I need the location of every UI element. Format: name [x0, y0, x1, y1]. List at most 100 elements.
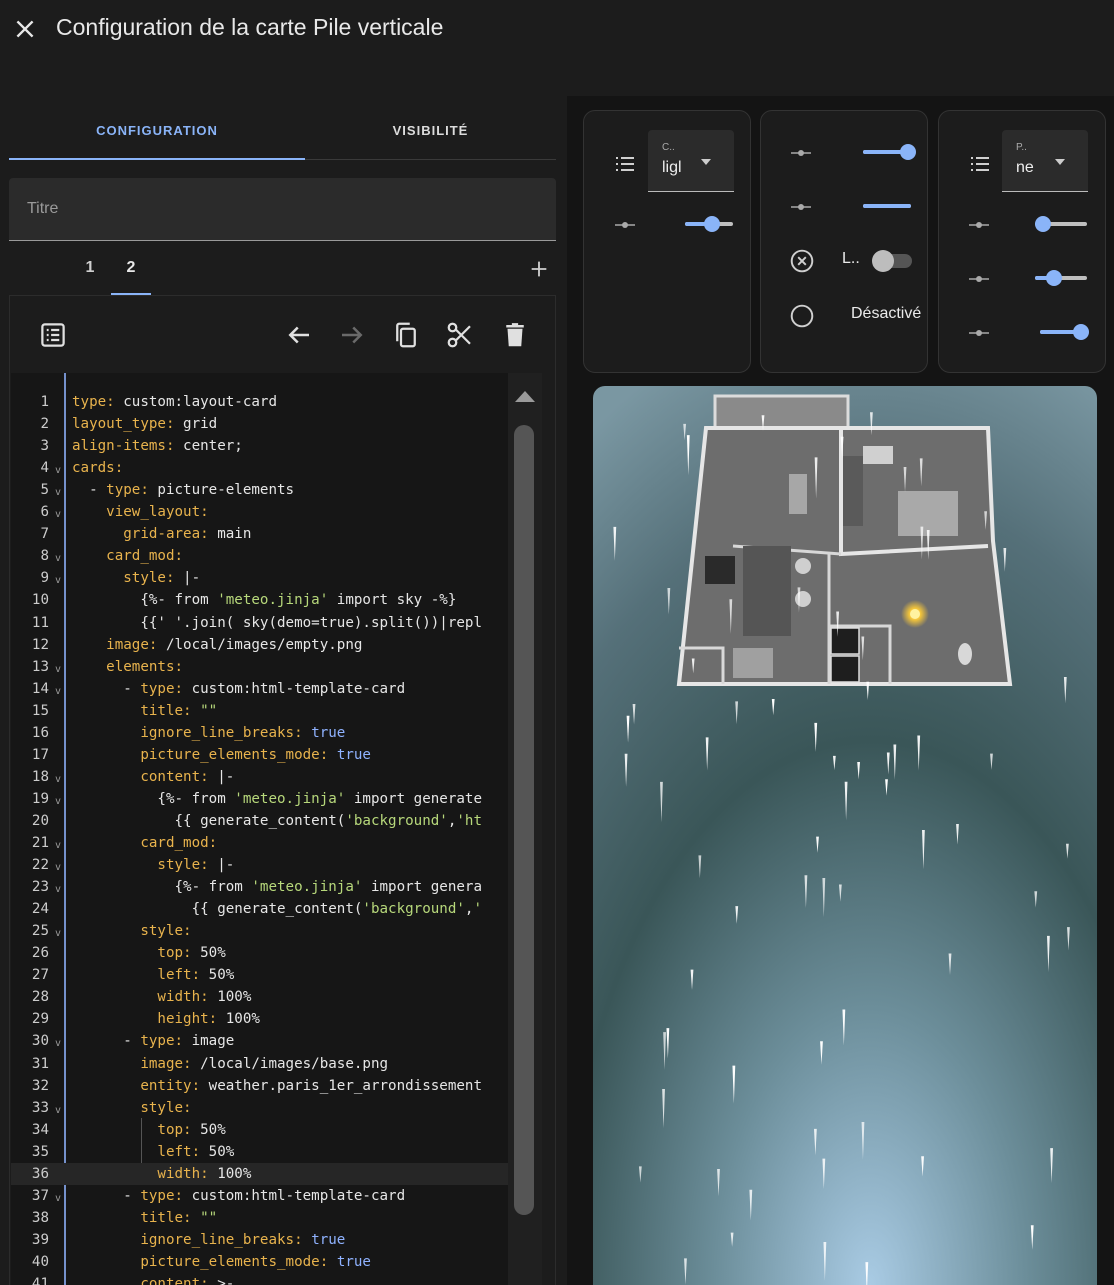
cut-icon[interactable]	[445, 320, 475, 350]
code-line[interactable]: 33 v style:	[11, 1097, 542, 1119]
line-number: 10	[31, 592, 49, 609]
list-icon	[616, 157, 634, 171]
line-number: 15	[31, 702, 49, 719]
toggle-label: L..	[842, 250, 860, 267]
card2-slider-2[interactable]	[863, 196, 911, 216]
code-line[interactable]: 2 layout_type: grid	[11, 413, 542, 435]
title-field	[9, 178, 556, 241]
line-number: 4	[40, 460, 49, 477]
code-line[interactable]: 24 {{ generate_content('background','	[11, 898, 542, 920]
code-text: {%- from 'meteo.jinja' import generate	[72, 790, 483, 807]
code-line[interactable]: 26 top: 50%	[11, 942, 542, 964]
line-number: 12	[31, 636, 49, 653]
code-line[interactable]: 20 {{ generate_content('background','ht	[11, 810, 542, 832]
line-number: 38	[31, 1209, 49, 1226]
line-number: 8	[40, 548, 49, 565]
subtab-card-2[interactable]: 2	[111, 248, 151, 295]
title-input[interactable]	[9, 178, 556, 240]
code-line[interactable]: 19 v {%- from 'meteo.jinja' import genera…	[11, 788, 542, 810]
code-line[interactable]: 1 type: custom:layout-card	[11, 391, 542, 413]
code-line[interactable]: 39 ignore_line_breaks: true	[11, 1229, 542, 1251]
scroll-up-icon[interactable]	[514, 389, 536, 403]
tab-visibility[interactable]: VISIBILITÉ	[305, 108, 556, 160]
code-line[interactable]: 28 width: 100%	[11, 986, 542, 1008]
code-line[interactable]: 29 height: 100%	[11, 1008, 542, 1030]
code-line[interactable]: 18 v content: |-	[11, 766, 542, 788]
preview-card-1: C.. ligl	[583, 110, 751, 373]
line-number: 40	[31, 1253, 49, 1270]
line-number: 9	[40, 570, 49, 587]
code-line[interactable]: 31 image: /local/images/base.png	[11, 1053, 542, 1075]
code-line[interactable]: 5v - type: picture-elements	[11, 479, 542, 501]
code-text: {{' '.join( sky(demo=true).split())|repl	[72, 614, 482, 631]
visual-editor-icon[interactable]	[38, 320, 68, 350]
code-text: view_layout:	[106, 504, 209, 521]
code-line[interactable]: 38 title: ""	[11, 1207, 542, 1229]
add-card-icon[interactable]	[528, 258, 550, 280]
code-line[interactable]: 40 picture_elements_mode: true	[11, 1251, 542, 1273]
code-line[interactable]: 13 v elements:	[11, 656, 542, 678]
scrollbar-thumb[interactable]	[514, 425, 534, 1215]
tab-configuration[interactable]: CONFIGURATION	[9, 108, 305, 160]
copy-icon[interactable]	[391, 320, 421, 350]
code-line[interactable]: 32 entity: weather.paris_1er_arrondissem…	[11, 1075, 542, 1097]
subtab-card-1[interactable]: 1	[70, 248, 110, 295]
mode-select[interactable]: C.. ligl	[648, 130, 734, 192]
line-number: 1	[40, 394, 49, 410]
code-text: height: 100%	[157, 1011, 260, 1028]
code-line[interactable]: 8v card_mod:	[11, 545, 542, 567]
card-editor-dialog: Configuration de la carte Pile verticale…	[0, 0, 1114, 1285]
line-number: 37	[31, 1187, 49, 1204]
code-line[interactable]: 30 v - type: image	[11, 1030, 542, 1052]
code-line[interactable]: 21 v card_mod:	[11, 832, 542, 854]
code-line[interactable]: 23 v {%- from 'meteo.jinja' import genera	[11, 876, 542, 898]
code-line[interactable]: 14 v - type: custom:html-template-card	[11, 678, 542, 700]
yaml-editor-panel: 1 type: custom:layout-card 2 layout_type: g…	[9, 295, 556, 1285]
code-line[interactable]: 35 left: 50%	[11, 1141, 542, 1163]
code-text: title: ""	[140, 702, 218, 719]
code-line[interactable]: 3 align-items: center;	[11, 435, 542, 457]
code-line[interactable]: 6v view_layout:	[11, 501, 542, 523]
card3-slider-1[interactable]	[1035, 214, 1087, 234]
code-line[interactable]: 17 picture_elements_mode: true	[11, 744, 542, 766]
line-number: 14	[31, 680, 49, 697]
code-line[interactable]: 16 ignore_line_breaks: true	[11, 722, 542, 744]
card3-slider-3[interactable]	[1040, 322, 1089, 342]
preset-select[interactable]: P.. ne	[1002, 130, 1088, 192]
card2-slider-1[interactable]	[863, 142, 916, 162]
redo-arrow-icon[interactable]	[337, 320, 367, 350]
code-line[interactable]: 11 {{' '.join( sky(demo=true).split())|r…	[11, 612, 542, 634]
card3-slider-2[interactable]	[1035, 268, 1087, 288]
code-text: - type: custom:html-template-card	[72, 1187, 406, 1204]
line-number: 13	[31, 658, 49, 675]
code-text: content: |-	[140, 768, 235, 785]
code-line[interactable]: 15 title: ""	[11, 700, 542, 722]
code-line[interactable]: 12 image: /local/images/empty.png	[11, 634, 542, 656]
code-text: type: custom:layout-card	[72, 394, 278, 410]
card-preview: C.. ligl L.. Désactivé P.. ne	[567, 96, 1114, 1285]
code-line[interactable]: 10 {%- from 'meteo.jinja' import sky -%}	[11, 589, 542, 611]
code-line[interactable]: 25 v style:	[11, 920, 542, 942]
code-line[interactable]: 41 content: >-	[11, 1273, 542, 1285]
card2-toggle[interactable]	[872, 249, 912, 272]
code-line[interactable]: 7 grid-area: main	[11, 523, 542, 545]
code-editor[interactable]: 1 type: custom:layout-card 2 layout_type: g…	[11, 373, 542, 1285]
code-line[interactable]: 37 v - type: custom:html-template-card	[11, 1185, 542, 1207]
code-line[interactable]: 27 left: 50%	[11, 964, 542, 986]
delete-icon[interactable]	[500, 320, 530, 350]
undo-arrow-icon[interactable]	[284, 320, 314, 350]
code-line[interactable]: 34 top: 50%	[11, 1119, 542, 1141]
close-icon[interactable]	[12, 16, 38, 42]
line-number: 32	[31, 1077, 49, 1094]
floorplan-weather-preview	[593, 386, 1097, 1285]
code-line[interactable]: 4 v cards:	[11, 457, 542, 479]
code-line[interactable]: 36 width: 100%	[11, 1162, 542, 1185]
code-line[interactable]: 22 v style: |-	[11, 854, 542, 876]
card-subtabs: 1 2	[9, 248, 556, 296]
card1-slider[interactable]	[685, 214, 733, 234]
code-text: width: 100%	[157, 989, 252, 1006]
code-text: width: 100%	[157, 1165, 252, 1182]
code-text: {%- from 'meteo.jinja' import genera	[72, 879, 483, 896]
list-icon	[971, 157, 989, 171]
code-line[interactable]: 9v style: |-	[11, 567, 542, 589]
